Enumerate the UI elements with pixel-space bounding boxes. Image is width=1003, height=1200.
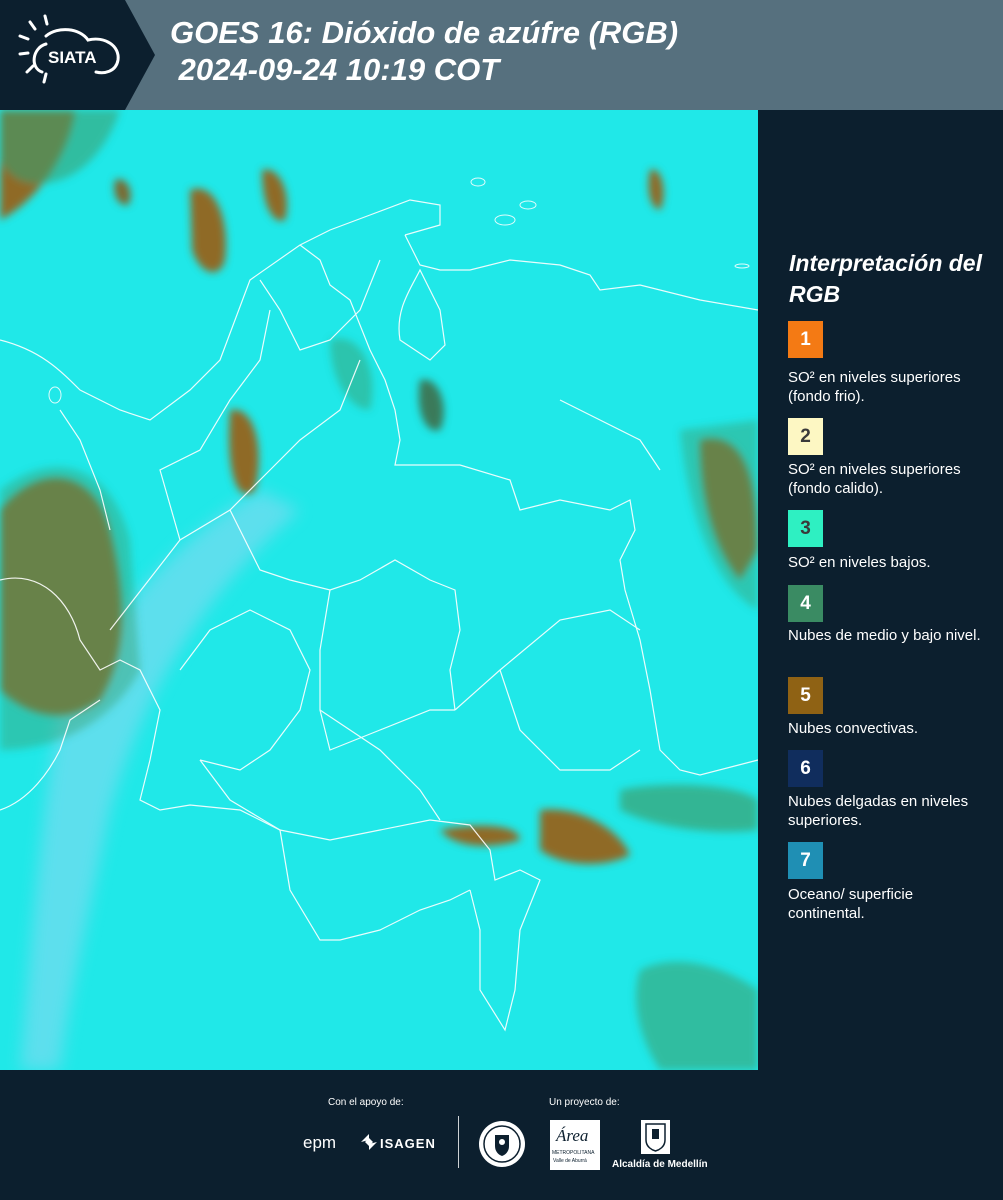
alcaldia-label: Alcaldía de Medellín xyxy=(612,1159,708,1170)
medellin-seal-icon xyxy=(478,1120,526,1168)
project-label: Un proyecto de: xyxy=(549,1097,620,1108)
legend-text-3: SO² en niveles bajos. xyxy=(788,554,931,571)
isagen-logo-text: ISAGEN xyxy=(380,1136,436,1151)
legend-swatch-2: 2 xyxy=(788,418,823,455)
legend-number-7: 7 xyxy=(800,849,811,871)
legend-swatch-6: 6 xyxy=(788,750,823,787)
legend-number-6: 6 xyxy=(800,757,811,779)
legend-text-5: Nubes convectivas. xyxy=(788,720,919,737)
legend-number-5: 5 xyxy=(800,684,811,706)
footer: Con el apoyo de: Un proyecto de: epm ISA… xyxy=(0,1070,1003,1200)
area-logo-name: Área xyxy=(556,1126,589,1145)
legend-text-4: Nubes de medio y bajo nivel. xyxy=(788,627,981,644)
legend-number-3: 3 xyxy=(800,517,811,539)
area-logo-sub: METROPOLITANA xyxy=(552,1150,595,1156)
legend-swatch-1: 1 xyxy=(788,321,823,358)
legend-swatch-7: 7 xyxy=(788,842,823,879)
isagen-logo-icon xyxy=(361,1134,377,1150)
area-logo-sub2: Valle de Aburrá xyxy=(553,1158,587,1164)
legend-panel: Interpretación del RGB 1 SO² en niveles … xyxy=(758,110,1003,1070)
legend-number-1: 1 xyxy=(800,328,811,350)
area-metropolitana-logo: Área METROPOLITANA Valle de Aburrá xyxy=(550,1120,600,1170)
legend-title: Interpretación del RGB xyxy=(789,250,982,307)
satellite-map[interactable] xyxy=(0,110,758,1070)
satellite-rgb-image xyxy=(0,110,758,1070)
legend-swatch-3: 3 xyxy=(788,510,823,547)
siata-logo-text: SIATA xyxy=(48,48,96,67)
legend-number-2: 2 xyxy=(800,425,811,447)
support-label: Con el apoyo de: xyxy=(328,1097,404,1108)
legend-text-1: SO² en niveles superiores (fondo frio). xyxy=(788,369,961,405)
header-bar: SIATA GOES 16: Dióxido de azúfre (RGB) 2… xyxy=(0,0,1003,110)
alcaldia-shield-icon xyxy=(641,1120,670,1154)
legend-number-4: 4 xyxy=(800,592,811,614)
siata-logo-panel: SIATA xyxy=(0,0,155,110)
legend-text-7: Oceano/ superficie continental. xyxy=(788,886,914,922)
epm-logo: epm xyxy=(303,1133,337,1152)
legend-swatch-4: 4 xyxy=(788,585,823,622)
page-title: GOES 16: Dióxido de azúfre (RGB) 2024-09… xyxy=(170,15,679,87)
legend-text-2: SO² en niveles superiores (fondo calido)… xyxy=(788,461,961,497)
footer-divider xyxy=(458,1116,459,1168)
legend-text-6: Nubes delgadas en niveles superiores. xyxy=(788,793,969,829)
legend-swatch-5: 5 xyxy=(788,677,823,714)
